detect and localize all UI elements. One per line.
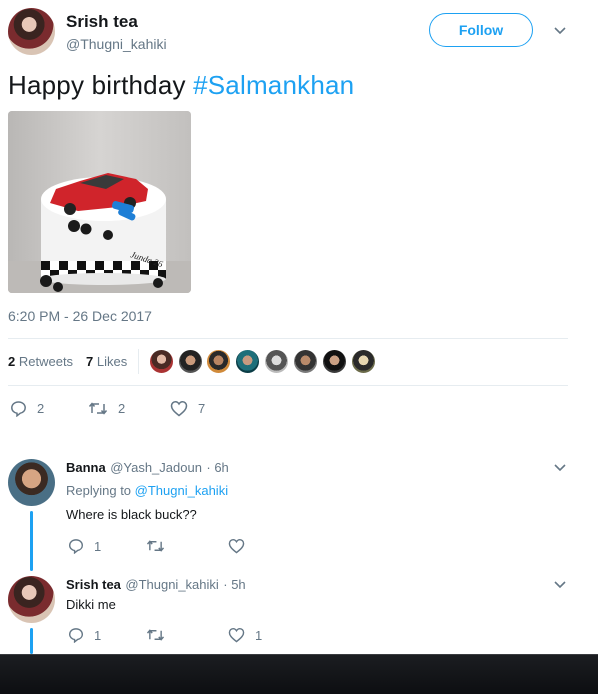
divider [8, 385, 568, 386]
liker-avatar[interactable] [264, 349, 289, 374]
reply-chevron-down-icon[interactable] [552, 578, 568, 592]
replying-to-link[interactable]: @Thugni_kahiki [135, 483, 228, 498]
reply-reply-action[interactable]: 1 [68, 538, 101, 554]
taskbar [0, 654, 598, 694]
reply-action[interactable]: 2 [10, 400, 44, 417]
reply-count: 2 [37, 401, 45, 416]
likes-count: 7 [86, 354, 94, 369]
tweet-body: Happy birthday [8, 70, 194, 100]
retweet-icon [146, 540, 165, 552]
likes-stat[interactable]: 7 Likes [86, 354, 127, 369]
reply-like-count: 1 [255, 627, 263, 643]
tweet-media-image[interactable]: Junda 26 [8, 111, 191, 293]
reply-header: Banna @Yash_Jadoun · 6h [66, 459, 229, 477]
replying-prefix: Replying to [66, 483, 132, 498]
reply-header: Srish tea @Thugni_kahiki · 5h [66, 576, 246, 594]
reply-text: Where is black buck?? [66, 507, 197, 522]
reply-reply-count: 1 [94, 627, 102, 643]
chevron-down-icon[interactable] [552, 23, 568, 39]
reply-time[interactable]: · 6h [206, 460, 228, 475]
liker-avatar[interactable] [351, 349, 376, 374]
retweets-label: Retweets [18, 354, 74, 369]
like-count: 7 [198, 401, 206, 416]
author-name[interactable]: Srish tea [66, 12, 138, 32]
heart-icon [170, 401, 188, 417]
liker-avatar[interactable] [235, 349, 260, 374]
retweet-icon [146, 629, 165, 641]
reply-time[interactable]: · 5h [223, 577, 245, 592]
reply-icon [68, 539, 84, 554]
heart-icon [228, 538, 245, 554]
liker-avatar[interactable] [178, 349, 203, 374]
reply-avatar[interactable] [8, 576, 55, 623]
reply-chevron-down-icon[interactable] [552, 461, 568, 475]
reply-avatar[interactable] [8, 459, 55, 506]
like-action[interactable]: 7 [170, 400, 205, 417]
heart-icon [228, 627, 245, 643]
cake-illustration: Junda 26 [8, 111, 191, 293]
reply-author-name[interactable]: Srish tea [66, 577, 121, 592]
author-handle[interactable]: @Thugni_kahiki [66, 36, 167, 52]
reply-author-handle[interactable]: @Yash_Jadoun [110, 460, 202, 475]
reply-icon [11, 401, 26, 417]
retweet-action[interactable]: 2 [88, 400, 125, 417]
hashtag-link[interactable]: #Salmankhan [193, 70, 354, 100]
reply-icon [68, 628, 84, 643]
tweet-text: Happy birthday #Salmankhan [8, 70, 354, 101]
reply-text: Dikki me [66, 597, 116, 612]
thread-line [30, 511, 33, 571]
reply-author-handle[interactable]: @Thugni_kahiki [125, 577, 218, 592]
reply-reply-count: 1 [94, 538, 102, 554]
reply-retweet-action[interactable] [146, 538, 175, 554]
retweets-count: 2 [8, 354, 16, 369]
follow-button[interactable]: Follow [429, 13, 533, 47]
reply-retweet-action[interactable] [146, 627, 175, 643]
retweet-icon [88, 402, 108, 415]
liker-avatar[interactable] [293, 349, 318, 374]
thread-line [30, 628, 33, 654]
retweet-count: 2 [118, 401, 126, 416]
tweet-timestamp[interactable]: 6:20 PM - 26 Dec 2017 [8, 308, 152, 324]
liker-avatar[interactable] [322, 349, 347, 374]
reply-reply-action[interactable]: 1 [68, 627, 101, 643]
liker-avatar[interactable] [206, 349, 231, 374]
divider [8, 338, 568, 339]
reply-like-action[interactable] [228, 538, 255, 554]
likes-label: Likes [96, 354, 128, 369]
reply-author-name[interactable]: Banna [66, 460, 106, 475]
replying-to: Replying to @Thugni_kahiki [66, 483, 228, 498]
stats-separator [138, 349, 139, 374]
reply-like-action[interactable]: 1 [228, 627, 262, 643]
liker-avatar[interactable] [149, 349, 174, 374]
author-avatar[interactable] [8, 8, 55, 55]
retweets-stat[interactable]: 2 Retweets [8, 354, 73, 369]
